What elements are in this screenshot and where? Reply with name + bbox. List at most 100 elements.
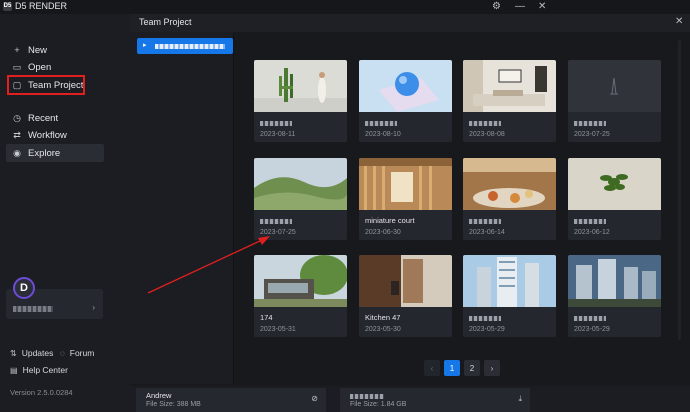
project-card[interactable]: 2023-07-25 [568,60,661,142]
project-card[interactable]: 2023-07-25 [254,158,347,240]
avatar[interactable]: D [13,277,35,299]
task-file-size: File Size: 388 MB [146,401,201,408]
sidebar-item-label: Workflow [28,129,67,141]
project-thumbnail [359,158,452,210]
project-date: 2023-05-29 [574,326,610,333]
task-item[interactable]: Andrew File Size: 388 MB ⊘ [136,388,326,412]
explore-icon: ◉ [13,147,21,158]
task-user-redacted [350,394,384,399]
d5-logo-icon: D5 [3,1,12,11]
sidebar-item-recent[interactable]: ◷ Recent [6,109,104,127]
project-folder-list [130,32,234,384]
project-date: 2023-08-08 [469,131,505,138]
project-date: 2023-07-25 [574,131,610,138]
pagination-page-1[interactable]: 1 [444,360,460,376]
sidebar-item-label: New [28,44,48,56]
project-date: 2023-07-25 [260,229,296,236]
version-label: Version 2.5.0.0284 [10,388,73,397]
project-title-redacted [574,316,606,321]
project-title-redacted [574,219,606,224]
project-title: Kitchen 47 [365,313,401,322]
project-title-redacted [469,316,501,321]
project-date: 2023-06-30 [365,229,401,236]
updates-icon: ⇅ [10,348,17,358]
project-card[interactable]: 2023-06-14 [463,158,556,240]
project-thumbnail [359,255,452,307]
chevron-right-icon: › [92,303,95,312]
project-thumbnail [254,60,347,112]
project-card[interactable]: 2023-08-10 [359,60,452,142]
project-title-redacted [365,121,397,126]
pagination-next-button[interactable]: › [484,360,500,376]
project-card[interactable]: 2023-08-11 [254,60,347,142]
project-thumbnail [568,60,661,112]
help-label: Help Center [22,365,68,375]
project-date: 2023-05-30 [365,326,401,333]
title-bar [0,0,690,14]
plus-icon: + [14,45,20,55]
download-icon[interactable]: ⤓ [518,394,522,404]
project-thumbnail [463,255,556,307]
settings-icon[interactable]: ⚙ [492,1,501,12]
clock-icon: ◷ [13,112,21,123]
project-card[interactable]: 2023-05-29 [568,255,661,337]
pagination-page-2[interactable]: 2 [464,360,480,376]
app-name: D5 RENDER [15,1,68,11]
project-date: 2023-05-29 [469,326,505,333]
project-card[interactable]: 2023-08-08 [463,60,556,142]
project-card[interactable]: miniature court 2023-06-30 [359,158,452,240]
sidebar-item-label: Recent [28,112,59,124]
project-card[interactable]: 2023-05-29 [463,255,556,337]
project-card[interactable]: 2023-06-12 [568,158,661,240]
project-title-redacted [260,219,292,224]
sidebar-item-new[interactable]: + New [6,41,104,59]
project-thumbnail [463,158,556,210]
app-title: D5 D5 RENDER [3,1,67,11]
project-card[interactable]: Kitchen 47 2023-05-30 [359,255,452,337]
sidebar-item-open[interactable]: ▭ Open [6,58,104,76]
help-center-link[interactable]: ▤ Help Center [10,365,68,375]
project-date: 2023-08-10 [365,131,401,138]
close-panel-button[interactable]: ✕ [675,16,683,27]
sidebar-item-label: Open [28,61,52,73]
workflow-icon: ⇄ [13,129,21,140]
updates-link[interactable]: ⇅ Updates [10,348,53,358]
task-item[interactable]: File Size: 1.84 GB ⤓ [340,388,530,412]
project-date: 2023-06-12 [574,229,610,236]
forum-label: Forum [69,348,95,358]
sidebar-item-label: Explore [28,147,61,159]
help-icon: ▤ [10,365,18,375]
project-thumbnail [568,158,661,210]
forum-icon: ◌ [60,348,65,358]
project-thumbnail [568,255,661,307]
panel-title: Team Project [139,17,192,27]
close-window-button[interactable]: ✕ [538,1,546,12]
project-title: miniature court [365,216,415,225]
user-name-redacted [13,306,53,312]
folder-name-redacted [155,44,225,49]
project-title-redacted [260,121,292,126]
project-thumbnail [463,60,556,112]
forum-link[interactable]: ◌ Forum [60,348,94,358]
caret-right-icon: ▸ [143,42,147,49]
project-thumbnail [359,60,452,112]
project-title-redacted [469,219,501,224]
project-date: 2023-08-11 [260,131,296,138]
project-date: 2023-06-14 [469,229,505,236]
updates-label: Updates [21,348,54,358]
annotation-highlight-box [7,75,85,95]
project-title-redacted [469,121,501,126]
project-card[interactable]: 174 2023-05-31 [254,255,347,337]
sidebar-item-workflow[interactable]: ⇄ Workflow [6,126,104,144]
scrollbar[interactable] [678,40,681,340]
minimize-button[interactable]: — [515,1,525,12]
project-title-redacted [574,121,606,126]
pagination-prev-button[interactable]: ‹ [424,360,440,376]
sidebar-item-explore[interactable]: ◉ Explore [6,144,104,162]
project-thumbnail [254,158,347,210]
task-file-size: File Size: 1.84 GB [350,401,407,408]
panel-header [130,14,690,32]
status-icon[interactable]: ⊘ [311,394,318,403]
task-user: Andrew [146,391,172,400]
project-folder-item-selected[interactable]: ▸ [137,38,233,54]
